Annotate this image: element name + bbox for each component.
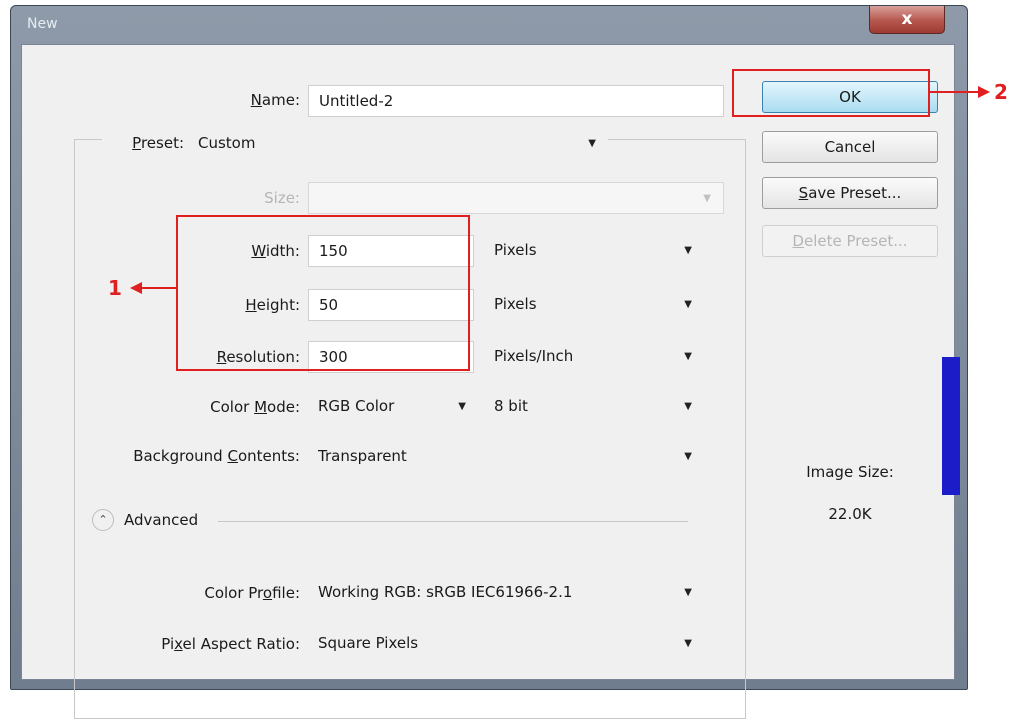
- color-mode-select[interactable]: RGB Color ▼: [308, 391, 478, 423]
- chevron-down-icon: ▼: [684, 351, 692, 362]
- chevron-down-icon: ▼: [703, 193, 711, 204]
- save-preset-button[interactable]: Save Preset...: [762, 177, 938, 209]
- color-profile-select[interactable]: Working RGB: sRGB IEC61966-2.1 ▼: [308, 577, 704, 609]
- cancel-button[interactable]: Cancel: [762, 131, 938, 163]
- chevron-down-icon: ▼: [684, 299, 692, 310]
- annotation-label-1: 1: [108, 276, 122, 300]
- preset-value: Custom: [198, 134, 256, 152]
- background-window-edge: [942, 357, 960, 495]
- name-input[interactable]: Untitled-2: [308, 85, 724, 117]
- color-mode-label: Color Mode:: [210, 398, 300, 416]
- chevron-down-icon: ▼: [684, 245, 692, 256]
- collapse-chevron-icon: ⌃: [92, 509, 114, 531]
- chevron-down-icon: ▼: [684, 401, 692, 412]
- annotation-box-1: [176, 215, 470, 371]
- chevron-down-icon: ▼: [458, 401, 466, 412]
- resolution-unit-select[interactable]: Pixels/Inch ▼: [484, 341, 704, 373]
- image-size-label: Image Size:: [806, 463, 894, 481]
- background-contents-label: Background Contents:: [82, 447, 300, 465]
- color-profile-label: Color Profile:: [204, 584, 300, 602]
- annotation-box-2: [732, 69, 930, 117]
- width-unit-select[interactable]: Pixels ▼: [484, 235, 704, 267]
- dialog-client-area: Name: Untitled-2 Preset: Custom ▼ Size: …: [21, 44, 955, 719]
- height-unit-select[interactable]: Pixels ▼: [484, 289, 704, 321]
- chevron-down-icon: ▼: [588, 138, 596, 149]
- chevron-down-icon: ▼: [684, 451, 692, 462]
- delete-preset-button[interactable]: Delete Preset...: [762, 225, 938, 257]
- chevron-down-icon: ▼: [684, 638, 692, 649]
- bit-depth-select[interactable]: 8 bit ▼: [484, 391, 704, 423]
- annotation-label-2: 2: [994, 80, 1008, 104]
- advanced-toggle[interactable]: ⌃ Advanced: [82, 505, 242, 535]
- chevron-down-icon: ▼: [684, 587, 692, 598]
- advanced-divider: [218, 521, 688, 522]
- close-icon: x: [901, 9, 913, 29]
- dialog-title: New: [27, 16, 58, 32]
- title-bar[interactable]: New x: [11, 6, 967, 44]
- image-size-value: 22.0K: [828, 505, 872, 523]
- size-select[interactable]: ▼: [308, 182, 724, 214]
- background-contents-select[interactable]: Transparent ▼: [308, 441, 704, 473]
- preset-label: Preset:: [102, 134, 188, 152]
- size-label: Size:: [264, 189, 300, 207]
- advanced-label: Advanced: [124, 511, 199, 529]
- preset-select[interactable]: Custom ▼: [188, 128, 608, 160]
- pixel-aspect-ratio-select[interactable]: Square Pixels ▼: [308, 628, 704, 660]
- name-label: Name:: [250, 91, 300, 109]
- pixel-aspect-ratio-label: Pixel Aspect Ratio:: [161, 635, 300, 653]
- close-button[interactable]: x: [869, 6, 945, 34]
